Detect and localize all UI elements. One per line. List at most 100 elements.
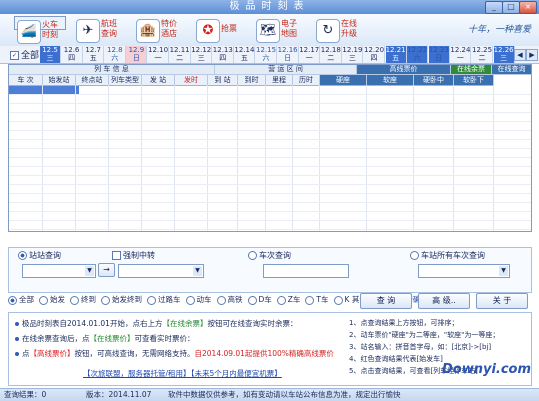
- brand-slogan: 十年，一种喜爱: [468, 25, 532, 35]
- train-result-grid[interactable]: 列 车 信 息 营 运 区 间 高线票价 在线余票 在线查询 车 次始发站 终点站…: [8, 64, 532, 232]
- from-station-select[interactable]: ▼: [22, 264, 96, 278]
- grid-row-line: [9, 202, 531, 203]
- column-header-11[interactable]: 软座: [367, 75, 414, 86]
- date-next-arrow[interactable]: ▶: [526, 49, 538, 61]
- offline-price-link[interactable]: 【高线票价】: [30, 349, 75, 358]
- toolbar-map[interactable]: 🗺 电子 地图: [254, 16, 304, 44]
- filter-radio-8[interactable]: Z车: [276, 295, 300, 305]
- column-header-10[interactable]: 硬座: [320, 75, 367, 86]
- radio-off-icon: [70, 295, 79, 305]
- column-header-0[interactable]: 车 次: [9, 75, 43, 86]
- version-text: 版本：2014.11.07: [86, 390, 152, 399]
- date-cell-12.9[interactable]: 12.9 日: [126, 46, 148, 63]
- maximize-button[interactable]: □: [502, 1, 520, 14]
- radio-on-icon: [18, 251, 27, 260]
- force-transfer-checkbox[interactable]: 强制中转: [112, 250, 155, 261]
- date-cell-12.14[interactable]: 12.14 五: [234, 46, 256, 63]
- toolbar-train-schedule[interactable]: 🚄 火车 时刻: [14, 16, 66, 44]
- filter-radio-6[interactable]: 高铁: [216, 295, 243, 305]
- column-header-5[interactable]: 发时: [175, 75, 208, 86]
- date-cell-12.25[interactable]: 12.25 二: [472, 46, 493, 63]
- station-query-radio[interactable]: 站站查询: [18, 250, 61, 261]
- date-prev-arrow[interactable]: ◀: [514, 49, 526, 61]
- date-all-checkbox[interactable]: ✓ 全部: [10, 48, 39, 61]
- column-header-6[interactable]: 到 站: [208, 75, 238, 86]
- result-count: 查询结果：0: [4, 390, 47, 399]
- filter-radio-5[interactable]: 动车: [185, 295, 212, 305]
- column-header-4[interactable]: 发 站: [142, 75, 175, 86]
- date-cell-12.21[interactable]: 12.21 五: [385, 46, 407, 63]
- date-cell-12.24[interactable]: 12.24 一: [450, 46, 472, 63]
- grid-divider: [237, 85, 238, 231]
- toolbar-hotel[interactable]: 🏨 特价 酒店: [134, 16, 184, 44]
- date-cell-12.13[interactable]: 12.13 四: [213, 46, 234, 63]
- toolbar-grab-ticket[interactable]: ✪ 抢票: [194, 16, 244, 44]
- grid-divider: [493, 85, 494, 231]
- filter-row: 全部始发终到始发终到过路车动车高铁D车Z车T车K 其余车站名精确匹配: [8, 295, 435, 305]
- watermark: Downyi.com: [442, 362, 532, 377]
- column-header-7[interactable]: 到时: [238, 75, 266, 86]
- date-cell-12.15[interactable]: 12.15 六: [256, 46, 277, 63]
- map-icon: 🗺: [256, 19, 280, 43]
- grid-divider: [366, 85, 367, 231]
- date-cell-12.7[interactable]: 12.7 五: [83, 46, 105, 63]
- status-bar: 查询结果：0 版本：2014.11.07 软件中数据仅供参考，如有变动请以车站公…: [0, 388, 539, 401]
- grid-row-line: [9, 211, 531, 212]
- filter-radio-4[interactable]: 过路车: [147, 295, 181, 305]
- filter-radio-0[interactable]: 全部: [8, 295, 34, 305]
- info-line-1: 极品时刻表自2014.01.01开始，点右上方【在线余票】按钮可在线查询实时余票…: [15, 319, 297, 329]
- station-select[interactable]: ▼: [418, 264, 510, 278]
- date-cell-12.20[interactable]: 12.20 四: [364, 46, 385, 63]
- date-cell-12.11[interactable]: 12.11 二: [170, 46, 191, 63]
- advanced-button[interactable]: 高 级..: [418, 293, 470, 309]
- station-all-radio[interactable]: 车站所有车次查询: [410, 250, 485, 261]
- date-cell-12.17[interactable]: 12.17 一: [299, 46, 321, 63]
- column-header-9[interactable]: 历时: [293, 75, 320, 86]
- filter-radio-9[interactable]: T车: [305, 295, 329, 305]
- grid-divider: [75, 85, 76, 231]
- date-cell-12.6[interactable]: 12.6 四: [62, 46, 83, 63]
- grid-row-line: [9, 139, 531, 140]
- upgrade-icon: ↻: [316, 19, 340, 43]
- column-header-13[interactable]: 软卧下: [454, 75, 494, 86]
- date-cell-12.23[interactable]: 12.23 日: [428, 46, 450, 63]
- column-header-2[interactable]: 终点站: [76, 75, 109, 86]
- date-cell-12.10[interactable]: 12.10 一: [148, 46, 169, 63]
- group-online-tickets[interactable]: 在线余票: [451, 65, 492, 75]
- date-cell-12.5[interactable]: 12.5 三: [40, 46, 61, 63]
- cheap-flight-link[interactable]: 【未来5个月内最便宜机票】: [187, 369, 282, 379]
- column-header-12[interactable]: 硬卧中: [414, 75, 454, 86]
- date-cell-12.16[interactable]: 12.16 日: [278, 46, 299, 63]
- group-online-query[interactable]: 在线查询: [492, 65, 531, 75]
- online-tickets-link[interactable]: 【在线余票】: [162, 319, 207, 328]
- date-cell-12.26[interactable]: 12.26 三: [493, 46, 515, 63]
- date-cell-12.12[interactable]: 12.12 三: [191, 46, 213, 63]
- grid-divider: [207, 85, 208, 231]
- filter-radio-3[interactable]: 始发终到: [101, 295, 142, 305]
- date-cell-12.22[interactable]: 12.22 六: [407, 46, 429, 63]
- online-price-link[interactable]: 【在线票价】: [90, 334, 135, 343]
- column-header-8[interactable]: 里程: [266, 75, 293, 86]
- radio-off-icon: [185, 295, 195, 305]
- column-header-1[interactable]: 始发站: [43, 75, 76, 86]
- toolbar-flight-query[interactable]: ✈ 航班 查询: [74, 16, 124, 44]
- search-button[interactable]: 查 询: [360, 293, 412, 309]
- toolbar-upgrade[interactable]: ↻ 在线 升级: [314, 16, 364, 44]
- close-button[interactable]: ×: [519, 1, 537, 14]
- minimize-button[interactable]: _: [485, 1, 503, 14]
- train-number-input[interactable]: [263, 264, 349, 278]
- server-link[interactable]: 【次旅联盟，服务器托管/租用】: [83, 369, 191, 379]
- date-cell-12.19[interactable]: 12.19 三: [342, 46, 364, 63]
- filter-radio-2[interactable]: 终到: [70, 295, 96, 305]
- train-query-radio[interactable]: 车次查询: [248, 250, 291, 261]
- selected-row[interactable]: [9, 86, 79, 94]
- filter-radio-7[interactable]: D车: [247, 295, 272, 305]
- to-station-select[interactable]: ▼: [118, 264, 204, 278]
- column-header-3[interactable]: 列车类型: [109, 75, 142, 86]
- swap-arrow-button[interactable]: →: [98, 263, 115, 277]
- grid-divider: [141, 85, 142, 231]
- filter-radio-1[interactable]: 始发: [39, 295, 65, 305]
- date-cell-12.18[interactable]: 12.18 二: [321, 46, 342, 63]
- date-cell-12.8[interactable]: 12.8 六: [105, 46, 126, 63]
- about-button[interactable]: 关 于: [476, 293, 528, 309]
